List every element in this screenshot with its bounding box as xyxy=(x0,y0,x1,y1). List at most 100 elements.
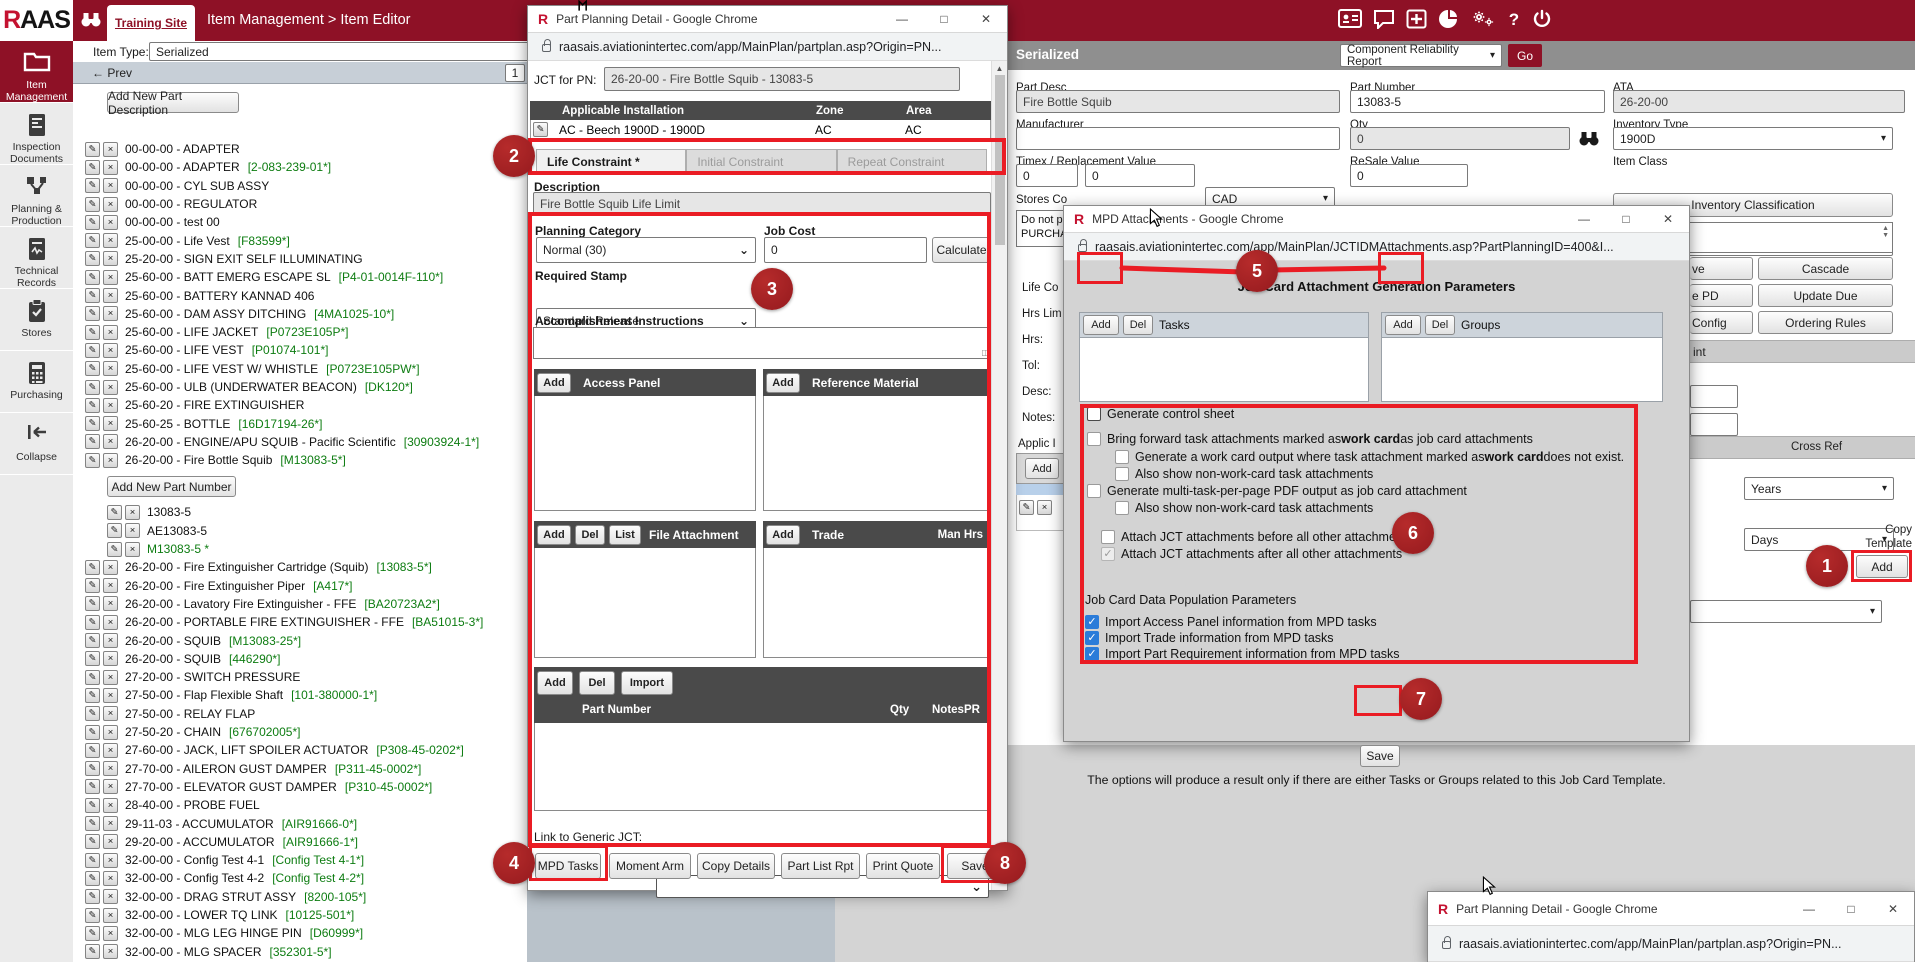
sidebar-item-item-management[interactable]: Item Management xyxy=(0,41,73,103)
access-panel-add-button[interactable]: Add xyxy=(537,373,571,393)
delete-icon[interactable]: × xyxy=(103,743,118,758)
sidebar-item-planning-production[interactable]: Planning & Production xyxy=(0,165,73,227)
tasks-add-button[interactable]: Add xyxy=(1083,315,1119,335)
part-description[interactable]: 00-00-00 - ADAPTER xyxy=(125,160,240,174)
edit-icon[interactable]: ✎ xyxy=(85,361,100,376)
delete-icon[interactable]: × xyxy=(103,908,118,923)
days-input[interactable] xyxy=(1690,413,1738,436)
copy-details-button[interactable]: Copy Details xyxy=(697,853,775,879)
delete-icon[interactable]: × xyxy=(103,725,118,740)
partial-button[interactable]: e PD xyxy=(1690,284,1753,307)
update-due-button[interactable]: Update Due xyxy=(1758,284,1893,307)
tasks-del-button[interactable]: Del xyxy=(1123,315,1153,335)
mpd-save-button[interactable]: Save xyxy=(1360,745,1400,767)
delete-icon[interactable]: × xyxy=(103,633,118,648)
edit-icon[interactable]: ✎ xyxy=(85,160,100,175)
checkbox[interactable] xyxy=(1115,501,1129,515)
part-add-button[interactable]: Add xyxy=(537,671,573,695)
delete-icon[interactable]: × xyxy=(103,251,118,266)
part-description[interactable]: 32-00-00 - Config Test 4-2 xyxy=(125,871,264,885)
template-add-button[interactable]: Add xyxy=(1856,555,1908,578)
tasks-list[interactable] xyxy=(1079,338,1369,402)
part-description[interactable]: 28-40-00 - PROBE FUEL xyxy=(125,798,260,812)
manufacturer-input[interactable] xyxy=(1016,127,1340,150)
part-description[interactable]: 27-50-00 - Flap Flexible Shaft xyxy=(125,688,283,702)
edit-icon[interactable]: ✎ xyxy=(85,288,100,303)
url-bar[interactable]: raasais.aviationintertec.com/app/MainPla… xyxy=(1064,233,1689,261)
edit-icon[interactable]: ✎ xyxy=(85,251,100,266)
edit-icon[interactable]: ✎ xyxy=(107,542,122,557)
id-card-icon[interactable] xyxy=(1338,9,1362,33)
window-title-bar[interactable]: R Part Planning Detail - Google Chrome —… xyxy=(528,6,1007,33)
reference-material-list[interactable] xyxy=(763,396,991,511)
delete-icon[interactable]: × xyxy=(125,505,140,520)
delete-icon[interactable]: × xyxy=(103,688,118,703)
edit-icon[interactable]: ✎ xyxy=(85,816,100,831)
planning-category-select[interactable]: Normal (30) ⌄ xyxy=(536,237,756,263)
power-icon[interactable] xyxy=(1532,9,1552,34)
part-description[interactable]: 25-00-00 - Life Vest xyxy=(125,234,230,248)
add-part-description-button[interactable]: Add New Part Description xyxy=(107,92,239,113)
checkbox[interactable]: ✓ xyxy=(1101,547,1115,561)
spinner-icon[interactable]: ▲▼ xyxy=(1882,225,1889,239)
report-select[interactable]: Component Reliability Report ▾ xyxy=(1340,44,1502,67)
part-description[interactable]: 26-20-00 - Lavatory Fire Extinguisher - … xyxy=(125,597,356,611)
checkbox-checked[interactable]: ✓ xyxy=(1085,647,1099,661)
close-button[interactable]: ✕ xyxy=(965,12,1007,26)
edit-icon[interactable]: ✎ xyxy=(85,416,100,431)
close-button[interactable]: ✕ xyxy=(1872,902,1914,916)
minimize-button[interactable]: — xyxy=(1563,212,1605,226)
edit-icon[interactable]: ✎ xyxy=(85,853,100,868)
delete-icon[interactable]: × xyxy=(103,288,118,303)
edit-icon[interactable]: ✎ xyxy=(85,706,100,721)
delete-icon[interactable]: × xyxy=(103,944,118,959)
part-description[interactable]: 27-50-20 - CHAIN xyxy=(125,725,221,739)
delete-icon[interactable]: × xyxy=(103,361,118,376)
groups-add-button[interactable]: Add xyxy=(1385,315,1421,335)
edit-icon[interactable]: ✎ xyxy=(85,233,100,248)
job-cost-input[interactable]: 0 xyxy=(764,237,927,263)
checkbox[interactable] xyxy=(1115,467,1129,481)
delete-icon[interactable]: × xyxy=(125,542,140,557)
minimize-button[interactable]: — xyxy=(1788,902,1830,916)
edit-icon[interactable]: ✎ xyxy=(85,670,100,685)
calculate-button[interactable]: Calculate xyxy=(932,237,991,263)
groups-del-button[interactable]: Del xyxy=(1425,315,1455,335)
print-quote-button[interactable]: Print Quote xyxy=(866,853,940,879)
edit-icon[interactable]: ✎ xyxy=(85,834,100,849)
edit-icon[interactable]: ✎ xyxy=(85,560,100,575)
resale-input[interactable]: 0 xyxy=(1350,164,1468,187)
edit-icon[interactable]: ✎ xyxy=(85,453,100,468)
part-description[interactable]: 26-20-00 - SQUIB xyxy=(125,634,221,648)
checkbox-checked[interactable]: ✓ xyxy=(1085,615,1099,629)
part-description[interactable]: 27-20-00 - SWITCH PRESSURE xyxy=(125,670,300,684)
chat-icon[interactable] xyxy=(1373,9,1395,34)
edit-icon[interactable]: ✎ xyxy=(85,798,100,813)
part-description[interactable]: 00-00-00 - CYL SUB ASSY xyxy=(125,179,269,193)
add-part-number-button[interactable]: Add New Part Number xyxy=(107,476,236,497)
part-description[interactable]: 25-60-00 - LIFE JACKET xyxy=(125,325,258,339)
part-description[interactable]: 26-20-00 - Fire Extinguisher Cartridge (… xyxy=(125,560,368,574)
part-description[interactable]: 32-00-00 - MLG LEG HINGE PIN xyxy=(125,926,302,940)
part-list-rpt-button[interactable]: Part List Rpt xyxy=(781,853,860,879)
part-description[interactable]: 26-20-00 - Fire Bottle Squib xyxy=(125,453,272,467)
checkbox[interactable] xyxy=(1087,484,1101,498)
delete-icon[interactable]: × xyxy=(103,889,118,904)
edit-icon[interactable]: ✎ xyxy=(85,325,100,340)
tab-repeat-constraint[interactable]: Repeat Constraint xyxy=(837,149,987,175)
checkbox[interactable] xyxy=(1087,407,1101,421)
scrollbar-thumb[interactable] xyxy=(995,75,1005,245)
ordering-rules-button[interactable]: Ordering Rules xyxy=(1758,311,1893,334)
delete-icon[interactable]: × xyxy=(103,670,118,685)
part-description[interactable]: 00-00-00 - ADAPTER xyxy=(125,142,240,156)
maximize-button[interactable]: □ xyxy=(1830,902,1872,916)
sidebar-item-purchasing[interactable]: Purchasing xyxy=(0,351,73,413)
delete-icon[interactable]: × xyxy=(103,380,118,395)
delete-icon[interactable]: × xyxy=(103,325,118,340)
accomplishment-textarea[interactable]: ◫ xyxy=(533,327,991,359)
partial-button[interactable]: Config xyxy=(1690,311,1753,334)
part-import-button[interactable]: Import xyxy=(621,671,673,695)
add-window-icon[interactable] xyxy=(1406,9,1427,34)
part-description[interactable]: 27-50-00 - RELAY FLAP xyxy=(125,707,255,721)
edit-icon[interactable]: ✎ xyxy=(85,944,100,959)
